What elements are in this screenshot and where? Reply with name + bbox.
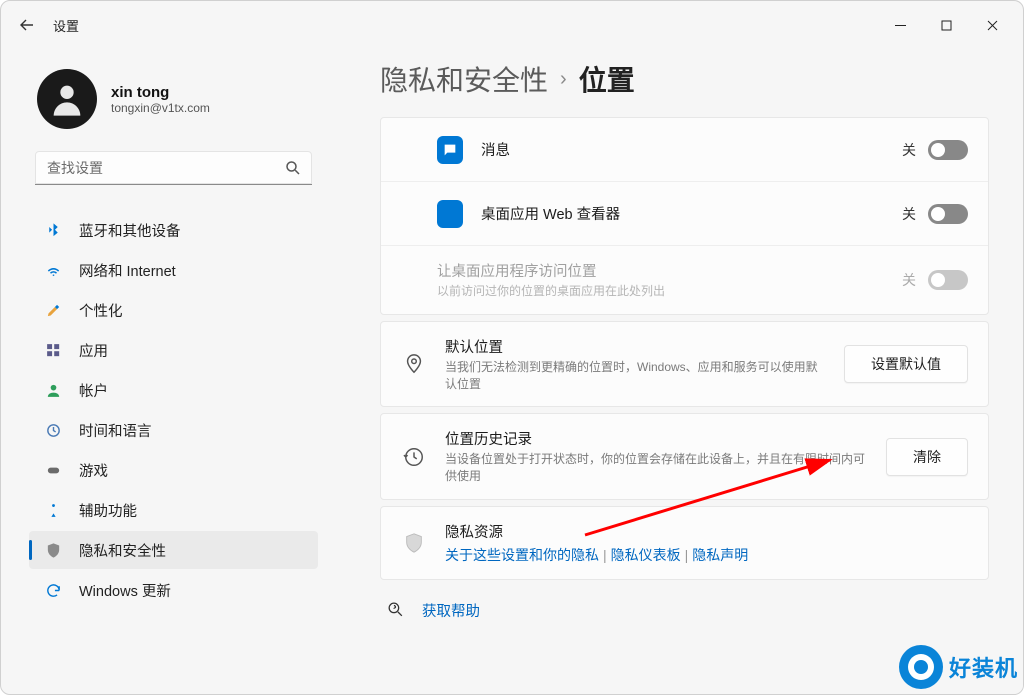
brush-icon: [43, 300, 63, 320]
sidebar-item-label: Windows 更新: [79, 580, 171, 601]
privacy-link-about[interactable]: 关于这些设置和你的隐私: [445, 547, 599, 563]
back-button[interactable]: [9, 7, 45, 43]
app-title: 设置: [53, 16, 79, 35]
row-desc: 以前访问过你的位置的桌面应用在此处列出: [437, 283, 884, 300]
row-privacy-resources: 隐私资源 关于这些设置和你的隐私|隐私仪表板|隐私声明: [381, 507, 988, 579]
breadcrumb-parent[interactable]: 隐私和安全性: [380, 59, 548, 99]
row-messaging[interactable]: 消息 关: [381, 118, 988, 182]
breadcrumb: 隐私和安全性 › 位置: [380, 59, 989, 99]
set-default-button[interactable]: 设置默认值: [844, 345, 968, 383]
row-title: 桌面应用 Web 查看器: [481, 203, 884, 224]
sidebar-item-apps[interactable]: 应用: [29, 331, 318, 369]
row-title: 隐私资源: [445, 521, 968, 542]
watermark-text: 好装机: [949, 651, 1018, 683]
search-icon: [284, 159, 302, 177]
shield-outline-icon: [401, 530, 427, 556]
row-desktop-access: 让桌面应用程序访问位置 以前访问过你的位置的桌面应用在此处列出 关: [381, 246, 988, 314]
toggle-state-label: 关: [902, 270, 916, 290]
update-icon: [43, 580, 63, 600]
sidebar-item-label: 应用: [79, 340, 108, 361]
webviewer-icon: [437, 201, 463, 227]
gamepad-icon: [43, 460, 63, 480]
help-label: 获取帮助: [422, 600, 480, 621]
sidebar-item-windows-update[interactable]: Windows 更新: [29, 571, 318, 609]
help-icon: [386, 600, 406, 620]
privacy-link-statement[interactable]: 隐私声明: [692, 547, 748, 563]
sidebar-item-personalization[interactable]: 个性化: [29, 291, 318, 329]
row-webviewer[interactable]: 桌面应用 Web 查看器 关: [381, 182, 988, 246]
clear-button[interactable]: 清除: [886, 438, 968, 476]
nav-list: 蓝牙和其他设备 网络和 Internet 个性化 应用 帐户 时间和语言 游戏 …: [29, 203, 318, 609]
toggle-state-label: 关: [902, 140, 916, 160]
sidebar-item-label: 时间和语言: [79, 420, 152, 441]
close-button[interactable]: [969, 9, 1015, 41]
maximize-button[interactable]: [923, 9, 969, 41]
sidebar-item-gaming[interactable]: 游戏: [29, 451, 318, 489]
toggle-desktop-access: [928, 270, 968, 290]
search-input[interactable]: [35, 151, 312, 185]
apps-icon: [43, 340, 63, 360]
clock-globe-icon: [43, 420, 63, 440]
sidebar-item-label: 网络和 Internet: [79, 260, 176, 281]
sidebar-item-privacy[interactable]: 隐私和安全性: [29, 531, 318, 569]
person-icon: [43, 380, 63, 400]
sidebar-item-network[interactable]: 网络和 Internet: [29, 251, 318, 289]
avatar: [37, 69, 97, 129]
sidebar-item-label: 蓝牙和其他设备: [79, 220, 181, 241]
row-title: 位置历史记录: [445, 428, 868, 449]
sidebar-item-bluetooth[interactable]: 蓝牙和其他设备: [29, 211, 318, 249]
watermark: 好装机: [899, 645, 1018, 689]
toggle-messaging[interactable]: [928, 140, 968, 160]
row-desc: 当我们无法检测到更精确的位置时，Windows、应用和服务可以使用默认位置: [445, 359, 826, 393]
sidebar-item-label: 隐私和安全性: [79, 540, 166, 561]
sidebar-item-label: 辅助功能: [79, 500, 137, 521]
profile-email: tongxin@v1tx.com: [111, 101, 210, 115]
wifi-icon: [43, 260, 63, 280]
row-desc: 当设备位置处于打开状态时，你的位置会存储在此设备上，并且在有限时间内可供使用: [445, 451, 868, 485]
get-help-link[interactable]: 获取帮助: [380, 586, 989, 635]
sidebar-item-accounts[interactable]: 帐户: [29, 371, 318, 409]
sidebar-item-accessibility[interactable]: 辅助功能: [29, 491, 318, 529]
profile-block[interactable]: xin tong tongxin@v1tx.com: [29, 57, 318, 147]
sidebar-item-time-language[interactable]: 时间和语言: [29, 411, 318, 449]
toggle-state-label: 关: [902, 204, 916, 224]
sidebar-item-label: 个性化: [79, 300, 123, 321]
toggle-webviewer[interactable]: [928, 204, 968, 224]
sidebar-item-label: 帐户: [79, 380, 108, 401]
row-default-location: 默认位置 当我们无法检测到更精确的位置时，Windows、应用和服务可以使用默认…: [381, 322, 988, 407]
breadcrumb-current: 位置: [579, 59, 635, 99]
sidebar-item-label: 游戏: [79, 460, 108, 481]
profile-name: xin tong: [111, 84, 210, 101]
shield-icon: [43, 540, 63, 560]
privacy-link-dashboard[interactable]: 隐私仪表板: [611, 547, 681, 563]
minimize-button[interactable]: [877, 9, 923, 41]
chevron-right-icon: ›: [560, 68, 567, 91]
history-icon: [401, 444, 427, 470]
location-pin-icon: [401, 351, 427, 377]
row-title: 消息: [481, 139, 884, 160]
bluetooth-icon: [43, 220, 63, 240]
row-location-history: 位置历史记录 当设备位置处于打开状态时，你的位置会存储在此设备上，并且在有限时间…: [381, 414, 988, 499]
row-title: 默认位置: [445, 336, 826, 357]
messaging-icon: [437, 137, 463, 163]
row-title: 让桌面应用程序访问位置: [437, 260, 884, 281]
accessibility-icon: [43, 500, 63, 520]
